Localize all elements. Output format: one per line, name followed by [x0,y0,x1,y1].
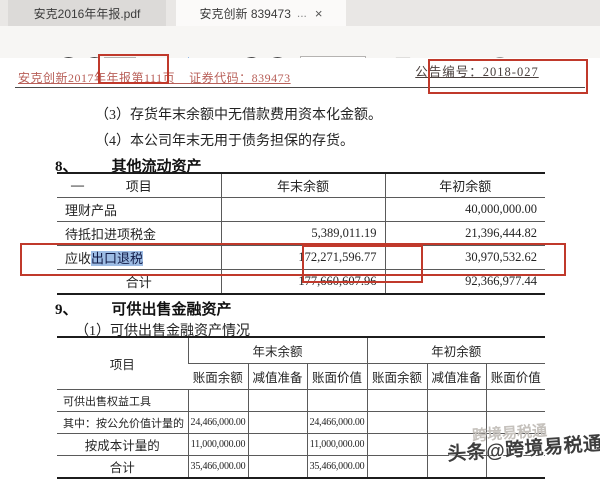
header-rule [15,87,585,88]
cell-year-begin: 40,000,000.00 [385,198,545,222]
cell-value [367,412,427,434]
cell-year-begin: 30,970,532.62 [385,246,545,270]
item-prefix: 应收 [65,251,91,266]
cell-item: 待抵扣进项税金 [57,222,221,246]
other-current-assets-table: — 项目 年末余额 年初余额 理财产品 40,000,000.00 待抵扣进项税… [57,172,545,295]
header-book-balance: 账面余额 [367,364,427,390]
cell-item: 应收出口退税 [57,246,221,270]
cell-item: 理财产品 [57,198,221,222]
header-impairment: 减值准备 [427,364,486,390]
tab-label: 安克创新 839473 [200,5,291,22]
table-row: 理财产品 40,000,000.00 [57,198,545,222]
tab-bar: 安克2016年年报.pdf 安克创新 839473 ... × [0,0,600,26]
cell-value [427,434,486,456]
announcement-number: 公告编号：2018-027 [370,61,584,80]
table-row-export-tax-rebate: 应收出口退税 172,271,596.77 30,970,532.62 [57,246,545,270]
cell-item: 合计 [57,270,221,295]
paragraph-3: （3）存货年末余额中无借款费用资本化金额。 [95,104,382,124]
cell-value: 35,466,000.00 [188,456,248,479]
report-header-left: 安克创新2017年年报第111页 证券代码：839473 [18,69,291,86]
header-book-value: 账面价值 [486,364,545,390]
cell-value [367,434,427,456]
header-year-end-group: 年末余额 [188,337,367,364]
cell-value: 11,000,000.00 [307,434,367,456]
cell-value [307,390,367,412]
cell-year-end: 177,660,607.96 [221,270,385,295]
cell-item: 其中：按公允价值计量的 [57,412,188,434]
toolbar: ↑ ↓ /147 − + 100% ▾ [0,26,600,59]
cell-item: 合计 [57,456,188,479]
cell-value [248,390,307,412]
header-dash: — [71,177,84,193]
tab-document-2[interactable]: 安克创新 839473 ... × [176,0,346,26]
cell-year-end [221,198,385,222]
pdf-viewer-window: { "icons": { "close": "×", "caret": "▾",… [0,0,600,480]
cell-value [486,456,545,479]
cell-value: 24,466,000.00 [307,412,367,434]
cell-value [248,456,307,479]
cell-year-begin: 21,396,444.82 [385,222,545,246]
tab-document-1[interactable]: 安克2016年年报.pdf [8,0,166,26]
cell-year-end: 172,271,596.77 [221,246,385,270]
cell-value [486,412,545,434]
cell-value: 24,466,000.00 [188,412,248,434]
header-year-begin-group: 年初余额 [367,337,545,364]
table-header-row: — 项目 年末余额 年初余额 [57,173,545,198]
header-item: — 项目 [57,173,221,198]
close-tab-icon[interactable]: × [315,6,323,21]
section-9-heading: 9、 可供出售金融资产 [55,298,232,319]
selected-text: 出口退税 [91,251,143,266]
section-title: 可供出售金融资产 [112,302,232,318]
cell-value [248,412,307,434]
cell-value [188,390,248,412]
header-year-begin: 年初余额 [385,173,545,198]
cell-value [248,434,307,456]
header-book-value: 账面价值 [307,364,367,390]
paragraph-4: （4）本公司年末无用于债务担保的存货。 [95,130,354,150]
cell-value [367,390,427,412]
cell-value [427,412,486,434]
section-number: 9、 [55,302,78,318]
tab-label: 安克2016年年报.pdf [34,5,141,22]
cell-value [367,456,427,479]
table-row-total: 合计 177,660,607.96 92,366,977.44 [57,270,545,295]
cell-value: 35,466,000.00 [307,456,367,479]
table-header-row-1: 项目 年末余额 年初余额 [57,337,545,364]
header-item: 项目 [57,337,188,390]
cell-value [486,390,545,412]
cell-item: 按成本计量的 [57,434,188,456]
cell-value [427,390,486,412]
cell-value [486,434,545,456]
cell-item: 可供出售权益工具 [57,390,188,412]
table-row: 可供出售权益工具 [57,390,545,412]
table-row: 其中：按公允价值计量的 24,466,000.00 24,466,000.00 [57,412,545,434]
cell-value: 11,000,000.00 [188,434,248,456]
table-row: 按成本计量的 11,000,000.00 11,000,000.00 [57,434,545,456]
header-book-balance: 账面余额 [188,364,248,390]
table-row: 待抵扣进项税金 5,389,011.19 21,396,444.82 [57,222,545,246]
pdf-page: 安克创新2017年年报第111页 证券代码：839473 公告编号：2018-0… [0,58,600,480]
cell-year-end: 5,389,011.19 [221,222,385,246]
cell-value [427,456,486,479]
cell-year-begin: 92,366,977.44 [385,270,545,295]
header-impairment: 减值准备 [248,364,307,390]
afs-financial-assets-table: 项目 年末余额 年初余额 账面余额 减值准备 账面价值 账面余额 减值准备 账面… [57,336,545,479]
tab-label-ellipsis: ... [297,6,307,20]
table-row-total: 合计 35,466,000.00 35,466,000.00 [57,456,545,479]
header-year-end: 年末余额 [221,173,385,198]
